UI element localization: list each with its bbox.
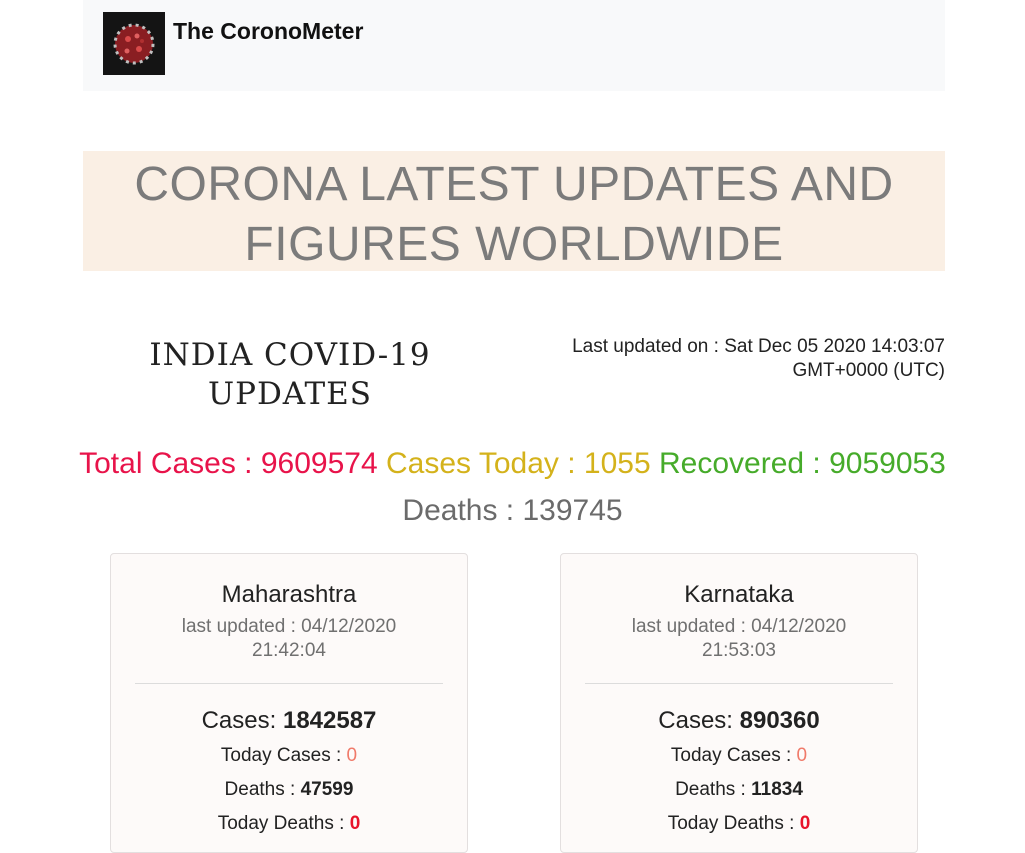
- india-stats-row: Total Cases : 9609574 Cases Today : 1055…: [0, 444, 1025, 484]
- navbar: The CoronoMeter: [83, 0, 945, 91]
- state-name: Maharashtra: [221, 581, 357, 608]
- card-divider: [135, 683, 443, 684]
- state-card-maharashtra: Maharashtra last updated : 04/12/2020 21…: [110, 553, 468, 853]
- state-today-deaths-label: Today Deaths :: [217, 813, 350, 834]
- state-cases: Cases: 1842587: [111, 706, 467, 736]
- state-cases-label: Cases:: [658, 707, 740, 734]
- state-today-cases: Today Cases : 0: [561, 742, 917, 770]
- state-last-updated: last updated : 04/12/2020 21:53:03: [561, 615, 917, 663]
- recovered-stat: Recovered : 9059053: [659, 447, 946, 480]
- india-title: INDIA COVID-19 UPDATES: [130, 336, 450, 414]
- state-today-deaths: Today Deaths : 0: [561, 810, 917, 838]
- brand-name-link[interactable]: The CoronoMeter: [173, 17, 363, 45]
- deaths-label: Deaths :: [402, 494, 523, 527]
- state-deaths-label: Deaths :: [675, 779, 752, 800]
- state-today-deaths: Today Deaths : 0: [111, 810, 467, 838]
- last-updated-line2: GMT+0000 (UTC): [792, 360, 945, 381]
- state-today-deaths-value: 0: [799, 813, 811, 834]
- state-today-cases-value: 0: [346, 745, 358, 766]
- hero-title-line1: CORONA LATEST UPDATES AND: [134, 158, 894, 211]
- state-cases-value: 1842587: [282, 707, 377, 734]
- hero-banner: CORONA LATEST UPDATES AND FIGURES WORLDW…: [83, 151, 945, 271]
- recovered-label: Recovered :: [658, 447, 830, 480]
- india-title-line1: INDIA COVID-19: [149, 337, 431, 373]
- state-cases-label: Cases:: [201, 707, 283, 734]
- state-deaths-value: 11834: [751, 779, 803, 800]
- state-updated-line2: 21:53:03: [702, 640, 776, 661]
- hero-title: CORONA LATEST UPDATES AND FIGURES WORLDW…: [83, 151, 945, 275]
- total-cases-value: 9609574: [260, 447, 378, 480]
- state-updated-line1: last updated : 04/12/2020: [631, 616, 847, 637]
- hero-title-line2: FIGURES WORLDWIDE: [244, 218, 784, 271]
- state-today-cases-label: Today Cases :: [670, 745, 797, 766]
- state-today-deaths-value: 0: [349, 813, 361, 834]
- cases-today-stat: Cases Today : 1055: [386, 447, 651, 480]
- state-today-cases-label: Today Cases :: [220, 745, 347, 766]
- state-last-updated: last updated : 04/12/2020 21:42:04: [111, 615, 467, 663]
- state-deaths-label: Deaths :: [224, 779, 301, 800]
- state-updated-line1: last updated : 04/12/2020: [181, 616, 397, 637]
- state-cases-value: 890360: [739, 707, 820, 734]
- india-title-line2: UPDATES: [207, 376, 373, 412]
- state-name: Karnataka: [684, 581, 794, 608]
- recovered-value: 9059053: [829, 447, 946, 480]
- card-divider: [585, 683, 893, 684]
- cases-today-value: 1055: [583, 447, 651, 480]
- deaths-stat: Deaths : 139745: [0, 491, 1025, 531]
- coronavirus-icon[interactable]: [103, 12, 165, 75]
- deaths-value: 139745: [522, 494, 623, 527]
- india-last-updated: Last updated on : Sat Dec 05 2020 14:03:…: [525, 335, 945, 383]
- cases-today-label: Cases Today :: [386, 447, 584, 480]
- state-card-karnataka: Karnataka last updated : 04/12/2020 21:5…: [560, 553, 918, 853]
- state-updated-line2: 21:42:04: [252, 640, 326, 661]
- state-today-cases: Today Cases : 0: [111, 742, 467, 770]
- state-deaths: Deaths : 11834: [561, 776, 917, 804]
- last-updated-line1: Last updated on : Sat Dec 05 2020 14:03:…: [572, 336, 945, 357]
- total-cases-stat: Total Cases : 9609574: [79, 447, 378, 480]
- state-today-deaths-label: Today Deaths :: [667, 813, 800, 834]
- state-deaths: Deaths : 47599: [111, 776, 467, 804]
- state-today-cases-value: 0: [796, 745, 808, 766]
- total-cases-label: Total Cases :: [79, 447, 261, 480]
- state-deaths-value: 47599: [300, 779, 354, 800]
- state-cases: Cases: 890360: [561, 706, 917, 736]
